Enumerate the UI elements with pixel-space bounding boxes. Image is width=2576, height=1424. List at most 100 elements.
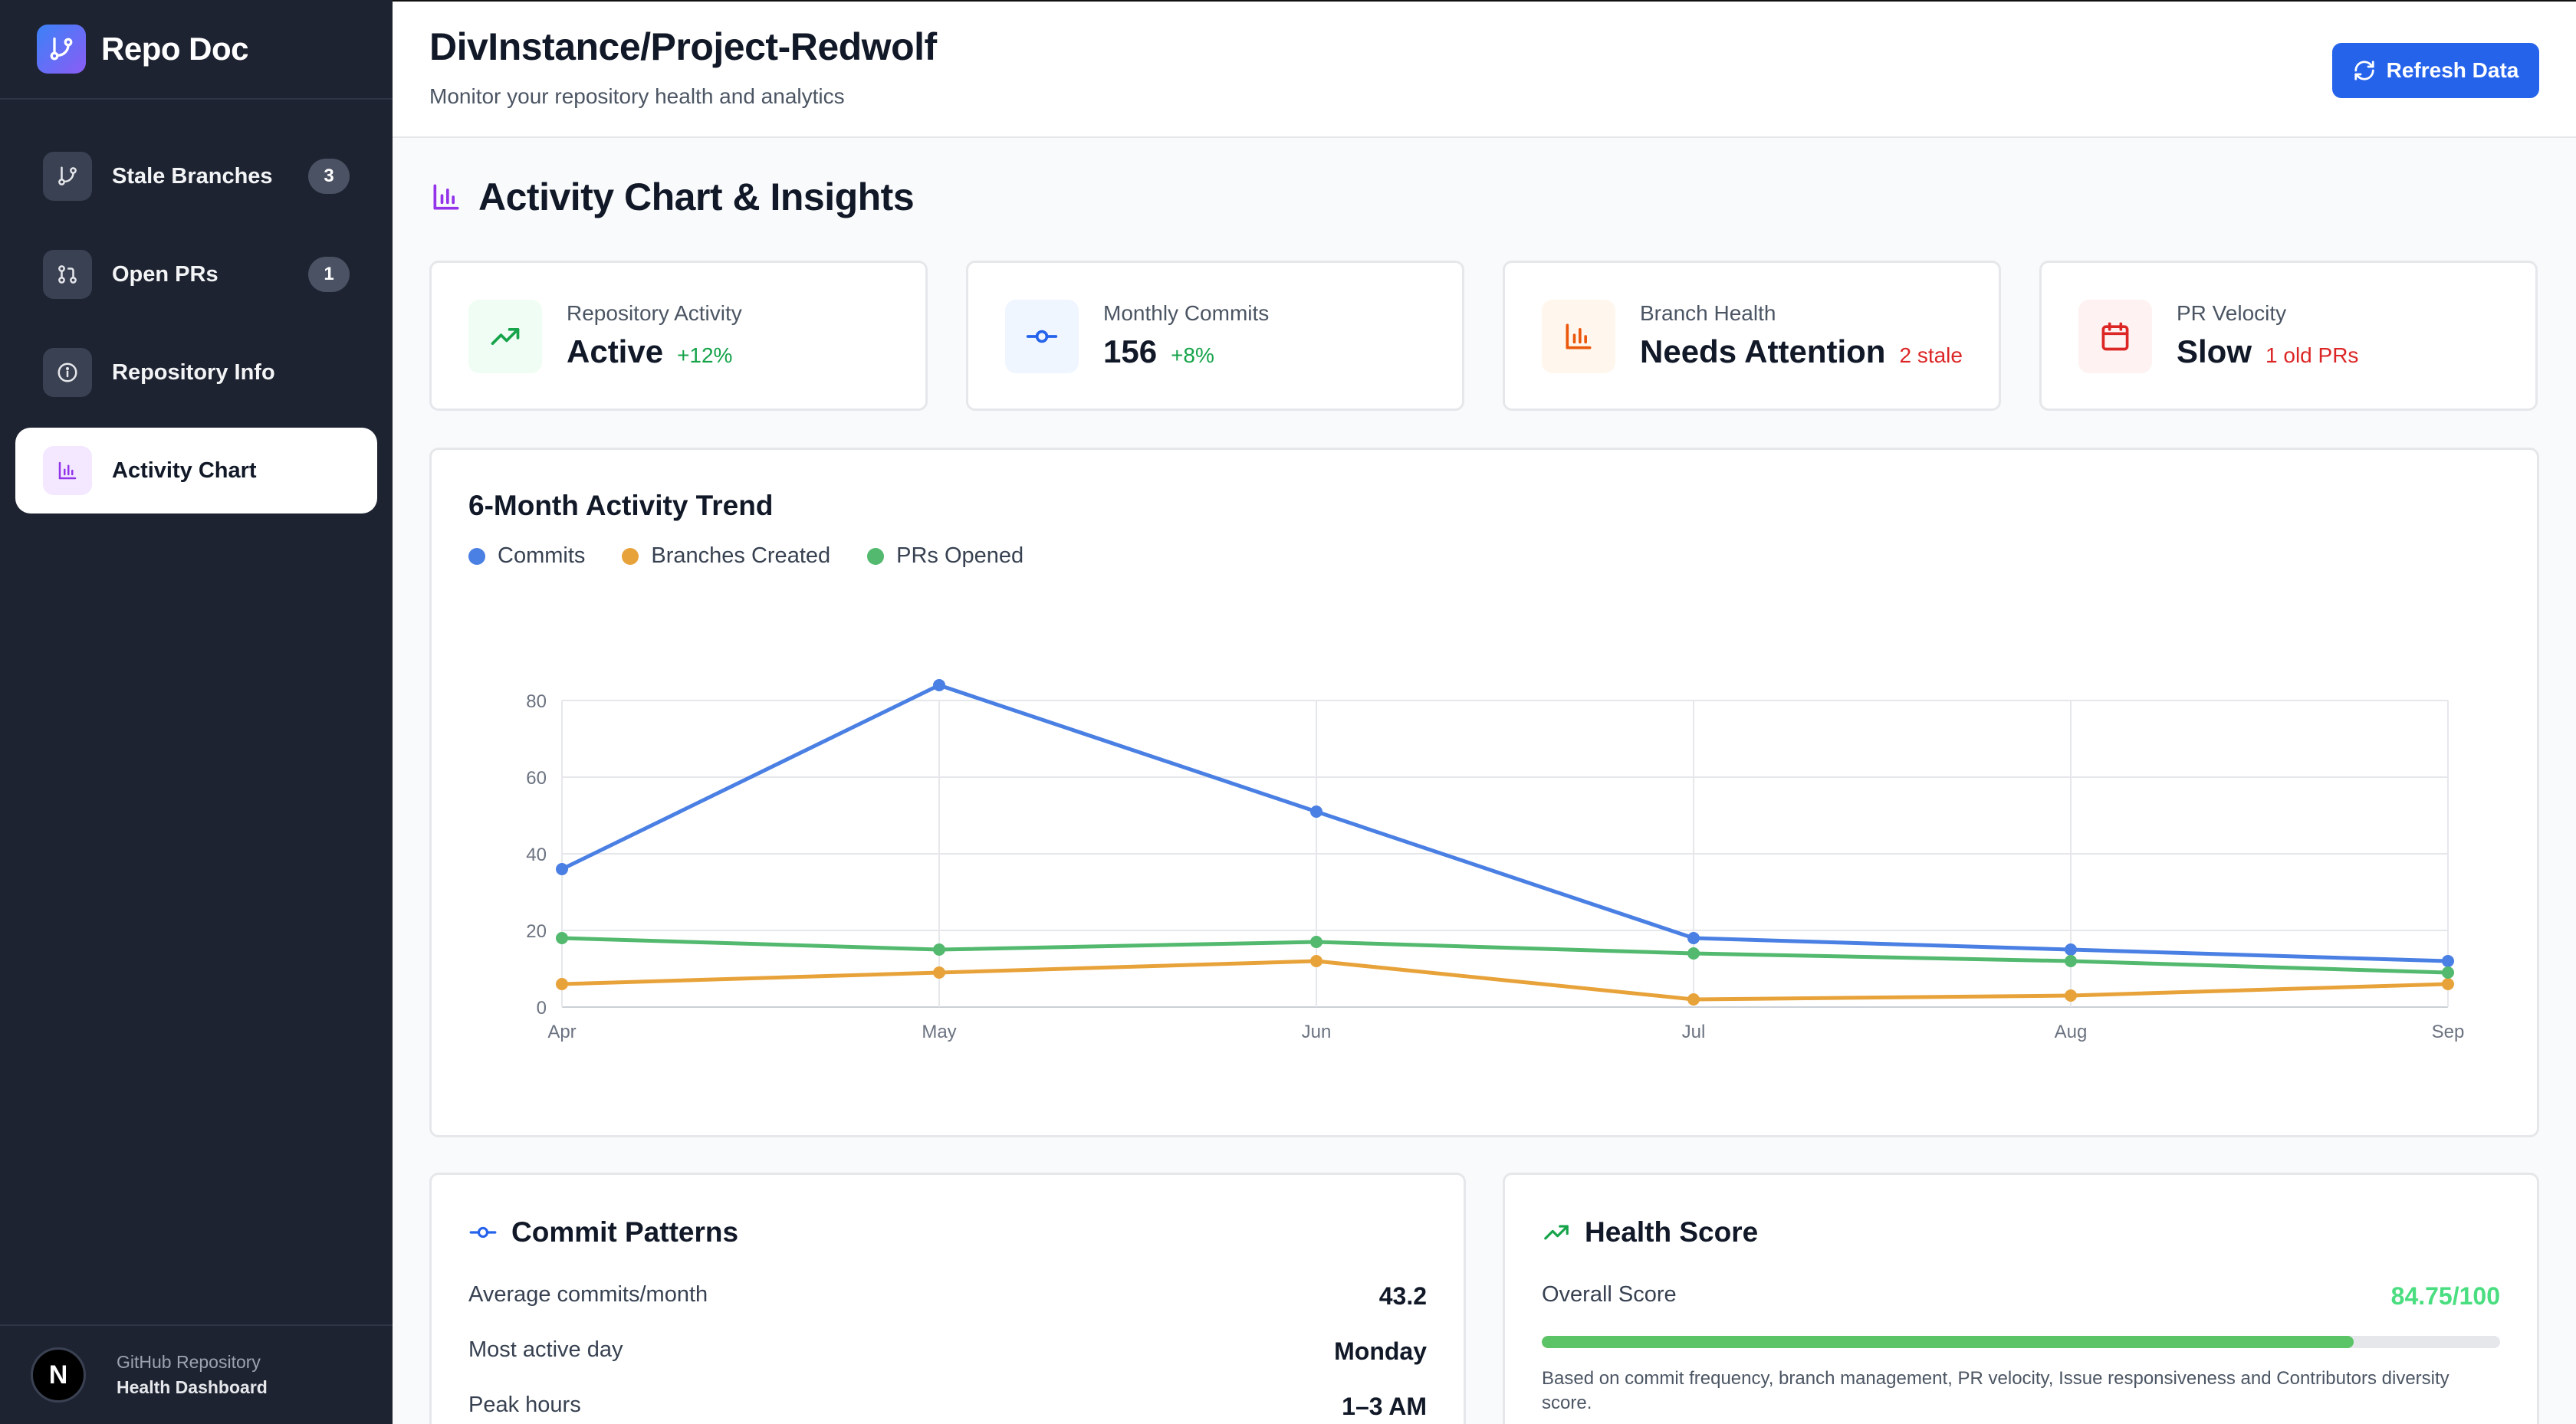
y-tick-label: 20 [526,921,547,942]
stat-card-branch-health: Branch Health Needs Attention 2 stale [1503,261,2001,411]
bar-chart-icon [1542,300,1615,373]
x-tick-label: May [922,1022,956,1042]
sidebar-item-open-prs[interactable]: Open PRs 1 [15,231,377,317]
stat-label: Repository Activity [567,301,742,325]
pattern-label: Peak hours [468,1393,581,1417]
brand: Repo Doc [0,0,393,100]
section-heading: Activity Chart & Insights [478,176,915,218]
section-title: Activity Chart & Insights [429,175,915,219]
main-content: DivInstance/Project-Redwolf Monitor your… [393,0,2576,1424]
pattern-row: Average commits/month 43.2 [468,1282,1427,1311]
sidebar-item-label: Stale Branches [112,163,273,189]
pattern-row: Peak hours 1–3 AM [468,1393,1427,1421]
card-title: Health Score [1585,1216,1759,1248]
stat-card-repository-activity: Repository Activity Active +12% [429,261,928,411]
data-point-commits [556,863,568,875]
sidebar-item-label: Activity Chart [112,458,257,483]
footer-title: Health Dashboard [117,1377,268,1397]
data-point-branches-created [556,978,568,990]
page-title: DivInstance/Project-Redwolf [429,25,937,68]
git-pull-request-icon [43,250,92,299]
series-line-commits [560,683,2450,963]
calendar-icon [2078,300,2152,373]
sidebar-item-label: Open PRs [112,261,219,287]
git-branch-icon [37,25,86,74]
x-tick-label: Aug [2055,1022,2088,1042]
commit-patterns-card: Commit Patterns Average commits/month 43… [429,1173,1466,1424]
stat-delta: +12% [677,343,733,367]
bar-chart-icon [43,446,92,495]
series-line-branches-created [560,959,2450,1002]
legend-swatch [867,547,885,565]
activity-trend-card: 0 20 40 60 80 Apr May Jun Jul Aug Sep 6-Month Acti… [429,448,2539,1137]
page-subtitle: Monitor your repository health and analy… [429,84,845,108]
sidebar-footer: N GitHub Repository Health Dashboard [0,1324,393,1424]
y-tick-label: 0 [537,998,547,1019]
sidebar: Repo Doc Stale Branches 3 Open PRs 1 Rep… [0,0,393,1424]
x-tick-label: Jun [1302,1022,1332,1042]
data-point-prs-opened [1310,936,1322,948]
page-header: DivInstance/Project-Redwolf Monitor your… [393,0,2576,138]
data-point-commits [2442,955,2454,967]
stat-card-monthly-commits: Monthly Commits 156 +8% [966,261,1464,411]
score-row: Overall Score 84.75/100 [1542,1282,2500,1311]
refresh-data-button[interactable]: Refresh Data [2332,43,2539,98]
footer-caption: GitHub Repository [117,1352,261,1372]
refresh-button-label: Refresh Data [2386,58,2519,82]
bar-chart-icon [433,184,459,210]
legend-item-commits[interactable]: Commits [468,543,585,569]
data-point-branches-created [1310,955,1322,967]
pattern-label: Average commits/month [468,1282,708,1307]
avatar[interactable]: N [31,1347,86,1403]
legend-label: Commits [498,543,586,568]
data-point-prs-opened [556,932,568,944]
stat-delta: 1 old PRs [2266,343,2359,367]
data-point-prs-opened [2065,955,2077,967]
data-point-branches-created [2065,989,2077,1002]
pattern-label: Most active day [468,1337,623,1362]
legend-swatch [622,547,639,565]
git-commit-icon [469,1226,497,1239]
data-point-commits [2065,943,2077,956]
info-icon [43,348,92,397]
stat-value: Slow [2177,333,2252,369]
x-tick-label: Jul [1682,1022,1706,1042]
sidebar-item-label: Repository Info [112,359,275,385]
score-note: Based on commit frequency, branch manage… [1542,1368,2450,1413]
sidebar-item-activity-chart[interactable]: Activity Chart [15,428,377,513]
sidebar-item-repository-info[interactable]: Repository Info [15,330,377,415]
x-tick-label: Sep [2432,1022,2465,1042]
stat-delta: +8% [1171,343,1214,367]
legend-item-prs-opened[interactable]: PRs Opened [867,543,1024,569]
pattern-value: 1–3 AM [1342,1393,1427,1420]
app-name: Repo Doc [101,31,249,67]
count-badge: 1 [308,257,350,292]
stat-value: Needs Attention [1640,333,1886,369]
data-point-prs-opened [933,943,945,956]
y-tick-label: 40 [526,845,547,865]
chart-legend: Commits Branches Created PRs Opened [468,543,1024,569]
stat-label: PR Velocity [2177,301,2287,325]
legend-swatch [468,547,485,565]
x-tick-label: Apr [547,1022,576,1042]
data-point-branches-created [933,966,945,979]
data-point-branches-created [1687,993,1700,1006]
stat-value: Active [567,333,664,369]
legend-item-branches-created[interactable]: Branches Created [622,543,830,569]
data-point-branches-created [2442,978,2454,990]
health-score-card: Health Score Overall Score 84.75/100 Bas… [1503,1173,2539,1424]
data-point-prs-opened [1687,947,1700,960]
data-point-commits [933,679,945,691]
refresh-icon [2354,61,2374,80]
sidebar-item-stale-branches[interactable]: Stale Branches 3 [15,133,377,219]
pattern-value: Monday [1334,1337,1427,1365]
stat-label: Monthly Commits [1103,301,1270,325]
health-progress-bar [1542,1336,2500,1348]
data-point-prs-opened [2442,966,2454,979]
data-point-commits [1310,806,1322,818]
chart-title: 6-Month Activity Trend [468,490,774,521]
legend-label: Branches Created [651,543,831,568]
sidebar-nav: Stale Branches 3 Open PRs 1 Repository I… [0,100,393,513]
y-tick-label: 60 [526,768,547,789]
pattern-value: 43.2 [1378,1282,1427,1310]
